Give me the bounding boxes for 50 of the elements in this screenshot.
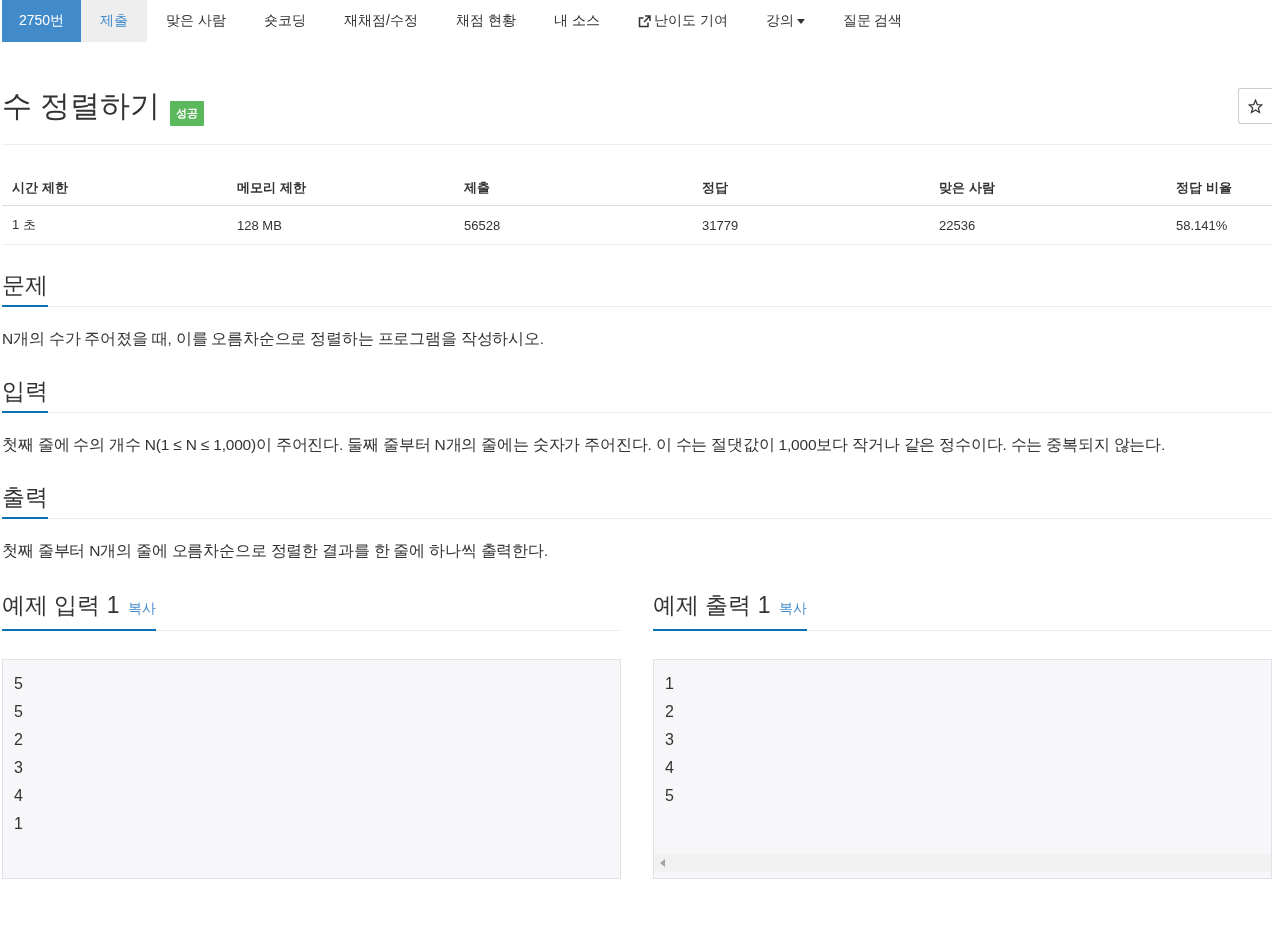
nav-tab[interactable]: 재채점/수정: [325, 0, 437, 42]
section-text: 첫째 줄부터 N개의 줄에 오름차순으로 정렬한 결과를 한 줄에 하나씩 출력한다.: [2, 541, 549, 561]
sample-heading: 예제 출력 1: [653, 591, 771, 620]
column-header: 제출: [454, 171, 692, 206]
sample-heading: 예제 입력 1: [2, 591, 120, 620]
external-link-icon: [637, 14, 651, 28]
column-header: 메모리 제한: [227, 171, 454, 206]
nav-tab[interactable]: 맞은 사람: [147, 0, 246, 42]
section-heading: 문제: [2, 267, 48, 307]
favorite-button[interactable]: [1238, 88, 1272, 124]
star-icon: [1248, 98, 1263, 114]
section-text: 첫째 줄에 수의 개수 N(1 ≤ N ≤ 1,000)이 주어진다. 둘째 줄부터 N개의 줄에는 숫자가 주어진다. 이 수는 절댓값이 1,000보다 작거나 같은 정수이다. 수는 중복되지 않는다.: [2, 435, 1167, 455]
sample-line: 3: [14, 758, 23, 778]
column-header: 정답 비율: [1166, 171, 1272, 206]
sample-line: 5: [665, 786, 674, 806]
sample-line: 5: [14, 674, 23, 694]
column-header: 시간 제한: [2, 171, 227, 206]
sample-line: 3: [665, 730, 674, 750]
nav-tab[interactable]: 강의: [746, 0, 824, 42]
sample-line: 1: [14, 814, 23, 834]
table-cell: 1 초: [2, 205, 227, 245]
nav-tab[interactable]: 숏코딩: [245, 0, 326, 42]
sample-line: 2: [665, 702, 674, 722]
problem-title: 수 정렬하기: [2, 88, 161, 124]
table-cell: 58.141%: [1166, 205, 1272, 245]
table-cell: 22536: [929, 205, 1166, 245]
nav-tab[interactable]: 내 소스: [534, 0, 619, 42]
column-header: 정답: [692, 171, 929, 206]
nav-tab[interactable]: 채점 현황: [436, 0, 535, 42]
nav-tab[interactable]: 난이도 기여: [618, 0, 747, 42]
sample-line: 4: [665, 758, 674, 778]
section-heading: 입력: [2, 373, 48, 413]
horizontal-scrollbar[interactable]: [654, 854, 1271, 872]
copy-link[interactable]: 복사: [127, 600, 156, 618]
sample-line: 5: [14, 702, 23, 722]
section-text: N개의 수가 주어졌을 때, 이를 오름차순으로 정렬하는 프로그램을 작성하시오.: [2, 329, 545, 349]
sample-line: 4: [14, 786, 23, 806]
status-badge: 성공: [170, 101, 205, 126]
scroll-left-icon[interactable]: [660, 859, 665, 867]
table-cell: 128 MB: [227, 205, 454, 245]
problem-number-tab[interactable]: 2750번: [2, 0, 82, 42]
column-header: 맞은 사람: [929, 171, 1166, 206]
sample-line: 2: [14, 730, 23, 750]
sample-line: 1: [665, 674, 674, 694]
section-heading: 출력: [2, 479, 48, 519]
table-cell: 56528: [454, 205, 692, 245]
nav-tab[interactable]: 질문 검색: [823, 0, 922, 42]
caret-icon: [796, 18, 805, 24]
table-cell: 31779: [692, 205, 929, 245]
copy-link[interactable]: 복사: [778, 600, 807, 618]
